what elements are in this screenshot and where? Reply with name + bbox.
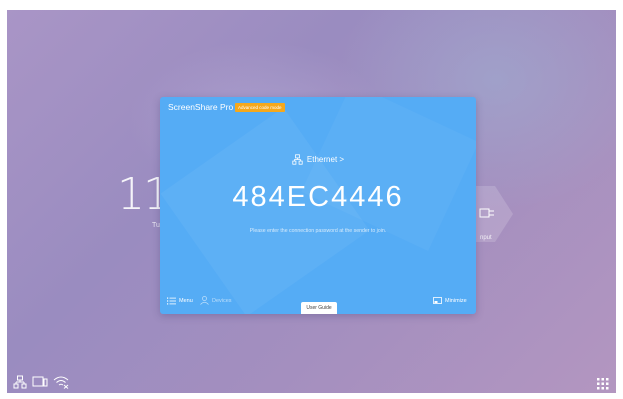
network-icon[interactable] [13, 375, 27, 389]
clock-day: Tu [152, 222, 160, 229]
wifi-off-icon[interactable] [53, 375, 69, 389]
devices-button[interactable]: Devices [200, 296, 232, 305]
minimize-icon [433, 297, 442, 304]
menu-list-icon [167, 297, 176, 305]
minimize-button[interactable]: Minimize [433, 297, 467, 305]
devices-icon [200, 296, 209, 305]
minimize-label: Minimize [445, 298, 467, 304]
status-bar [13, 375, 69, 389]
screen-cast-icon[interactable] [32, 375, 48, 389]
connection-hint: Please enter the connection password at … [249, 228, 387, 234]
input-source-icon [479, 208, 494, 218]
screenshare-dialog: ScreenShare Pro Advanced code mode Ether… [160, 97, 476, 314]
menu-button[interactable]: Menu [167, 297, 193, 305]
menu-label: Menu [179, 298, 193, 304]
app-title: ScreenShare Pro [168, 102, 234, 112]
ethernet-icon [292, 154, 303, 165]
network-selector[interactable]: Ethernet > [160, 154, 476, 165]
devices-label: Devices [212, 297, 232, 304]
user-guide-tab[interactable]: User Guide [301, 302, 337, 314]
input-source-label: nput [480, 235, 492, 241]
apps-grid-icon[interactable] [597, 378, 609, 390]
mode-badge[interactable]: Advanced code mode [235, 103, 285, 112]
network-label: Ethernet > [306, 155, 345, 164]
connection-code: 484EC4446 [232, 181, 404, 213]
